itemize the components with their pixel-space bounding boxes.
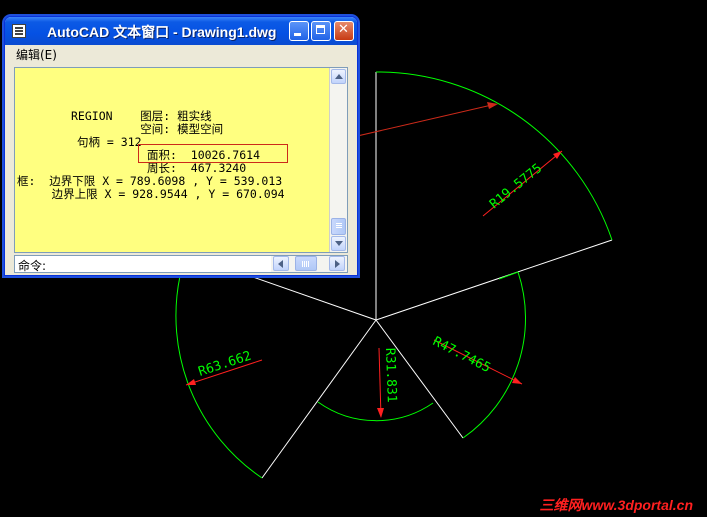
- watermark: 三维网www.3dportal.cn: [539, 497, 694, 513]
- menu-bar: 编辑(E): [5, 45, 357, 63]
- sector-edge-bottom-right: [498, 271, 519, 280]
- minimize-button[interactable]: [289, 21, 309, 41]
- vertical-scrollbar[interactable]: [329, 68, 347, 252]
- close-button[interactable]: [334, 21, 354, 41]
- scroll-up-button[interactable]: [331, 69, 346, 84]
- scroll-down-button[interactable]: [331, 236, 346, 251]
- area-highlight-box: [138, 144, 288, 163]
- radial-line-right: [375, 239, 613, 321]
- dim-arrow-r31: [377, 408, 384, 418]
- scroll-right-button[interactable]: [329, 256, 345, 271]
- command-prompt-label: 命令:: [18, 259, 47, 273]
- output-line: 边界上限 X = 928.9544 , Y = 670.094: [17, 187, 285, 201]
- sector-arc-left: [175, 275, 263, 479]
- sector-arc-top-right: [375, 71, 613, 241]
- dim-text-r63: R63.662: [197, 349, 254, 380]
- output-line: 句柄 = 312: [77, 135, 142, 149]
- command-line[interactable]: 命令:: [14, 255, 348, 273]
- radial-line-left: [249, 275, 377, 321]
- dim-arrow-r47: [512, 377, 522, 384]
- scroll-thumb[interactable]: [331, 218, 346, 235]
- maximize-button[interactable]: [311, 21, 331, 41]
- dim-text-r31: R31.831: [382, 348, 399, 403]
- horizontal-scrollbar[interactable]: [271, 256, 347, 272]
- dim-text-r19: R19.5775: [487, 161, 545, 212]
- annotation-leader-arrow: [487, 102, 498, 109]
- text-window-icon[interactable]: [12, 24, 26, 38]
- window-titlebar[interactable]: AutoCAD 文本窗口 - Drawing1.dwg: [5, 17, 357, 45]
- menu-item-edit[interactable]: 编辑(E): [16, 46, 57, 63]
- scroll-left-button[interactable]: [273, 256, 289, 271]
- radial-line-down-left: [261, 319, 377, 479]
- window-title: AutoCAD 文本窗口 - Drawing1.dwg: [47, 24, 277, 40]
- horizontal-scroll-thumb[interactable]: [295, 256, 317, 271]
- sector-arc-bottom: [317, 401, 434, 422]
- dim-line-r31: [378, 347, 382, 418]
- dim-text-r47: R47.7465: [430, 334, 493, 376]
